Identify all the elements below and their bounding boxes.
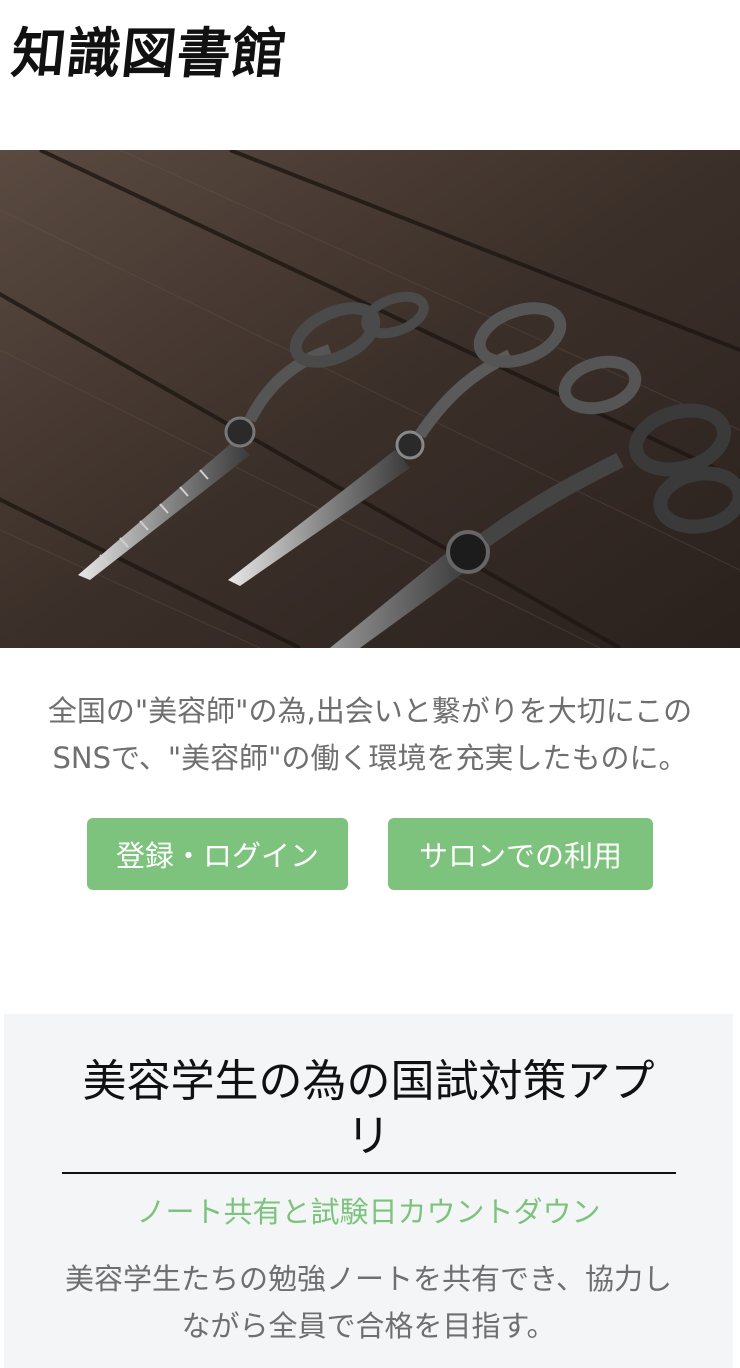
login-button[interactable]: 登録・ログイン bbox=[87, 818, 348, 890]
scissors-photo bbox=[0, 150, 740, 648]
feature-section: 美容学生の為の国試対策アプリ ノート共有と試験日カウントダウン 美容学生たちの勉… bbox=[4, 1014, 733, 1368]
hero-image bbox=[0, 150, 740, 648]
feature-description: 美容学生たちの勉強ノートを共有でき、協力しながら全員で合格を目指す。 bbox=[65, 1262, 672, 1343]
feature-title: 美容学生の為の国試対策アプリ bbox=[82, 1056, 655, 1162]
site-logo[interactable]: 知識図書館 bbox=[9, 21, 291, 85]
site-header: 知識図書館 bbox=[0, 0, 740, 150]
feature-subtitle: ノート共有と試験日カウントダウン bbox=[136, 1195, 601, 1229]
title-divider bbox=[61, 1172, 676, 1174]
action-buttons: 登録・ログイン サロンでの利用 bbox=[0, 818, 740, 890]
salon-usage-button[interactable]: サロンでの利用 bbox=[388, 818, 653, 890]
intro-text: 全国の"美容師"の為,出会いと繋がりを大切にこのSNSで、"美容師"の働く環境を… bbox=[47, 694, 693, 775]
